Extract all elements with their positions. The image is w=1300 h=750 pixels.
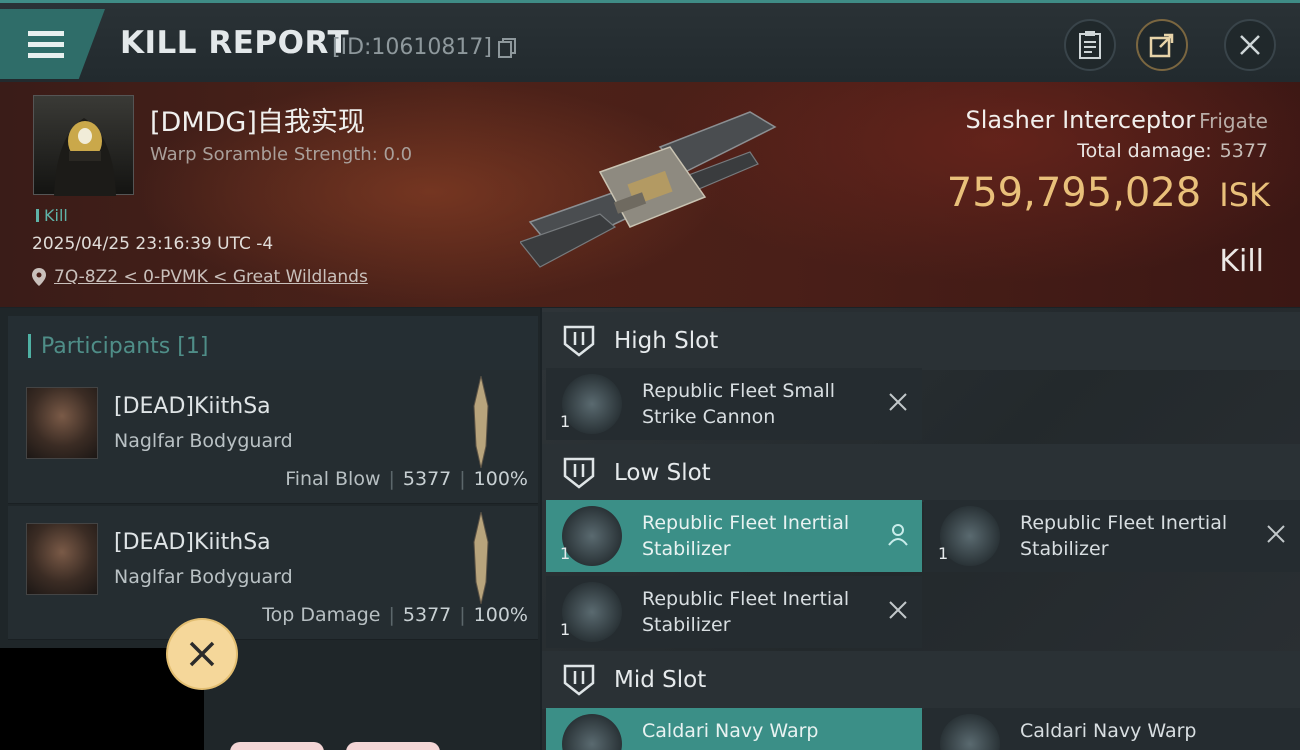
slot-icon [563,457,595,489]
participant-ship: Naglfar Bodyguard [114,566,293,588]
clipboard-button[interactable] [1064,19,1116,71]
victim-portrait[interactable] [33,95,134,196]
module-icon [562,714,622,750]
fitting-panel: High Slot 1 Republic Fleet Small Strike … [542,308,1300,750]
module-icon [940,714,1000,750]
low-slot-header: Low Slot [542,444,1300,502]
fitting-item[interactable]: 1 Republic Fleet Inertial Stabilizer [546,500,922,572]
menu-button[interactable] [0,9,105,79]
floating-close-button[interactable] [168,620,236,688]
close-button[interactable] [1224,19,1276,71]
participant-avatar[interactable] [26,523,98,595]
module-icon [562,506,622,566]
fitting-item[interactable]: Caldari Navy Warp [546,708,922,750]
total-damage: Total damage: 5377 [1077,140,1268,162]
module-icon [562,374,622,434]
kill-tag: Kill [36,206,68,225]
participant-ship: Naglfar Bodyguard [114,430,293,452]
fitting-item[interactable]: 1 Republic Fleet Inertial Stabilizer [924,500,1300,572]
clipboard-icon [1079,31,1101,59]
module-icon [562,582,622,642]
header: KILL REPORT [ID:10610817] [0,0,1300,82]
participant-card[interactable]: [DEAD]KiithSa Naglfar Bodyguard Top Dama… [8,506,538,640]
kill-id: [ID:10610817] [332,35,492,60]
ship-class: Frigate [1199,109,1268,133]
close-icon [189,641,215,667]
participant-name: [DEAD]KiithSa [114,530,271,555]
copy-icon[interactable] [498,38,516,58]
module-icon [940,506,1000,566]
isk-value: 759,795,028 ISK [946,170,1270,216]
bottom-pill-button[interactable] [346,742,440,750]
fitting-item[interactable]: 1 Republic Fleet Inertial Stabilizer [546,576,922,648]
mid-slot-header: Mid Slot [542,651,1300,709]
slot-icon [563,664,595,696]
bottom-pill-button[interactable] [230,742,324,750]
participants-header: Participants [1] [8,316,538,374]
close-icon [1240,35,1260,55]
kill-datetime: 2025/04/25 23:16:39 UTC -4 [32,234,274,254]
destroyed-x-icon [1267,525,1285,543]
participant-name: [DEAD]KiithSa [114,394,271,419]
ship-name: Slasher Interceptor [965,106,1196,134]
high-slot-header: High Slot [542,312,1300,370]
participant-stats: Final Blow | 5377 | 100% [285,468,528,490]
kill-location[interactable]: 7Q-8Z2 < 0-PVMK < Great Wildlands [32,267,368,287]
slot-icon [563,325,595,357]
destroyed-x-icon [889,601,907,619]
share-icon [1149,33,1174,58]
result-label: Kill [1219,244,1264,279]
location-link[interactable]: 7Q-8Z2 < 0-PVMK < Great Wildlands [54,267,368,287]
warp-scramble-strength: Warp Soramble Strength: 0.0 [150,144,413,165]
fitting-item[interactable]: Caldari Navy Warp [924,708,1300,750]
victim-name: [DMDG]自我实现 [150,107,365,138]
victim-ship-image [520,111,777,268]
participant-avatar[interactable] [26,387,98,459]
victim-ship[interactable]: Slasher Interceptor Frigate [966,106,1268,134]
victim-banner: [DMDG]自我实现 Warp Soramble Strength: 0.0 K… [0,82,1300,307]
pilot-portrait-icon [54,118,116,196]
page-title: KILL REPORT [120,25,350,61]
menu-icon [28,31,64,58]
destroyed-x-icon [889,393,907,411]
share-button[interactable] [1136,19,1188,71]
participant-stats: Top Damage | 5377 | 100% [262,604,528,626]
participant-ship-icon [473,376,489,468]
participant-card[interactable]: [DEAD]KiithSa Naglfar Bodyguard Final Bl… [8,370,538,504]
fitting-item[interactable]: 1 Republic Fleet Small Strike Cannon [546,368,922,440]
location-pin-icon [32,268,46,286]
participant-ship-icon [473,512,489,604]
dropped-person-icon [888,524,908,546]
